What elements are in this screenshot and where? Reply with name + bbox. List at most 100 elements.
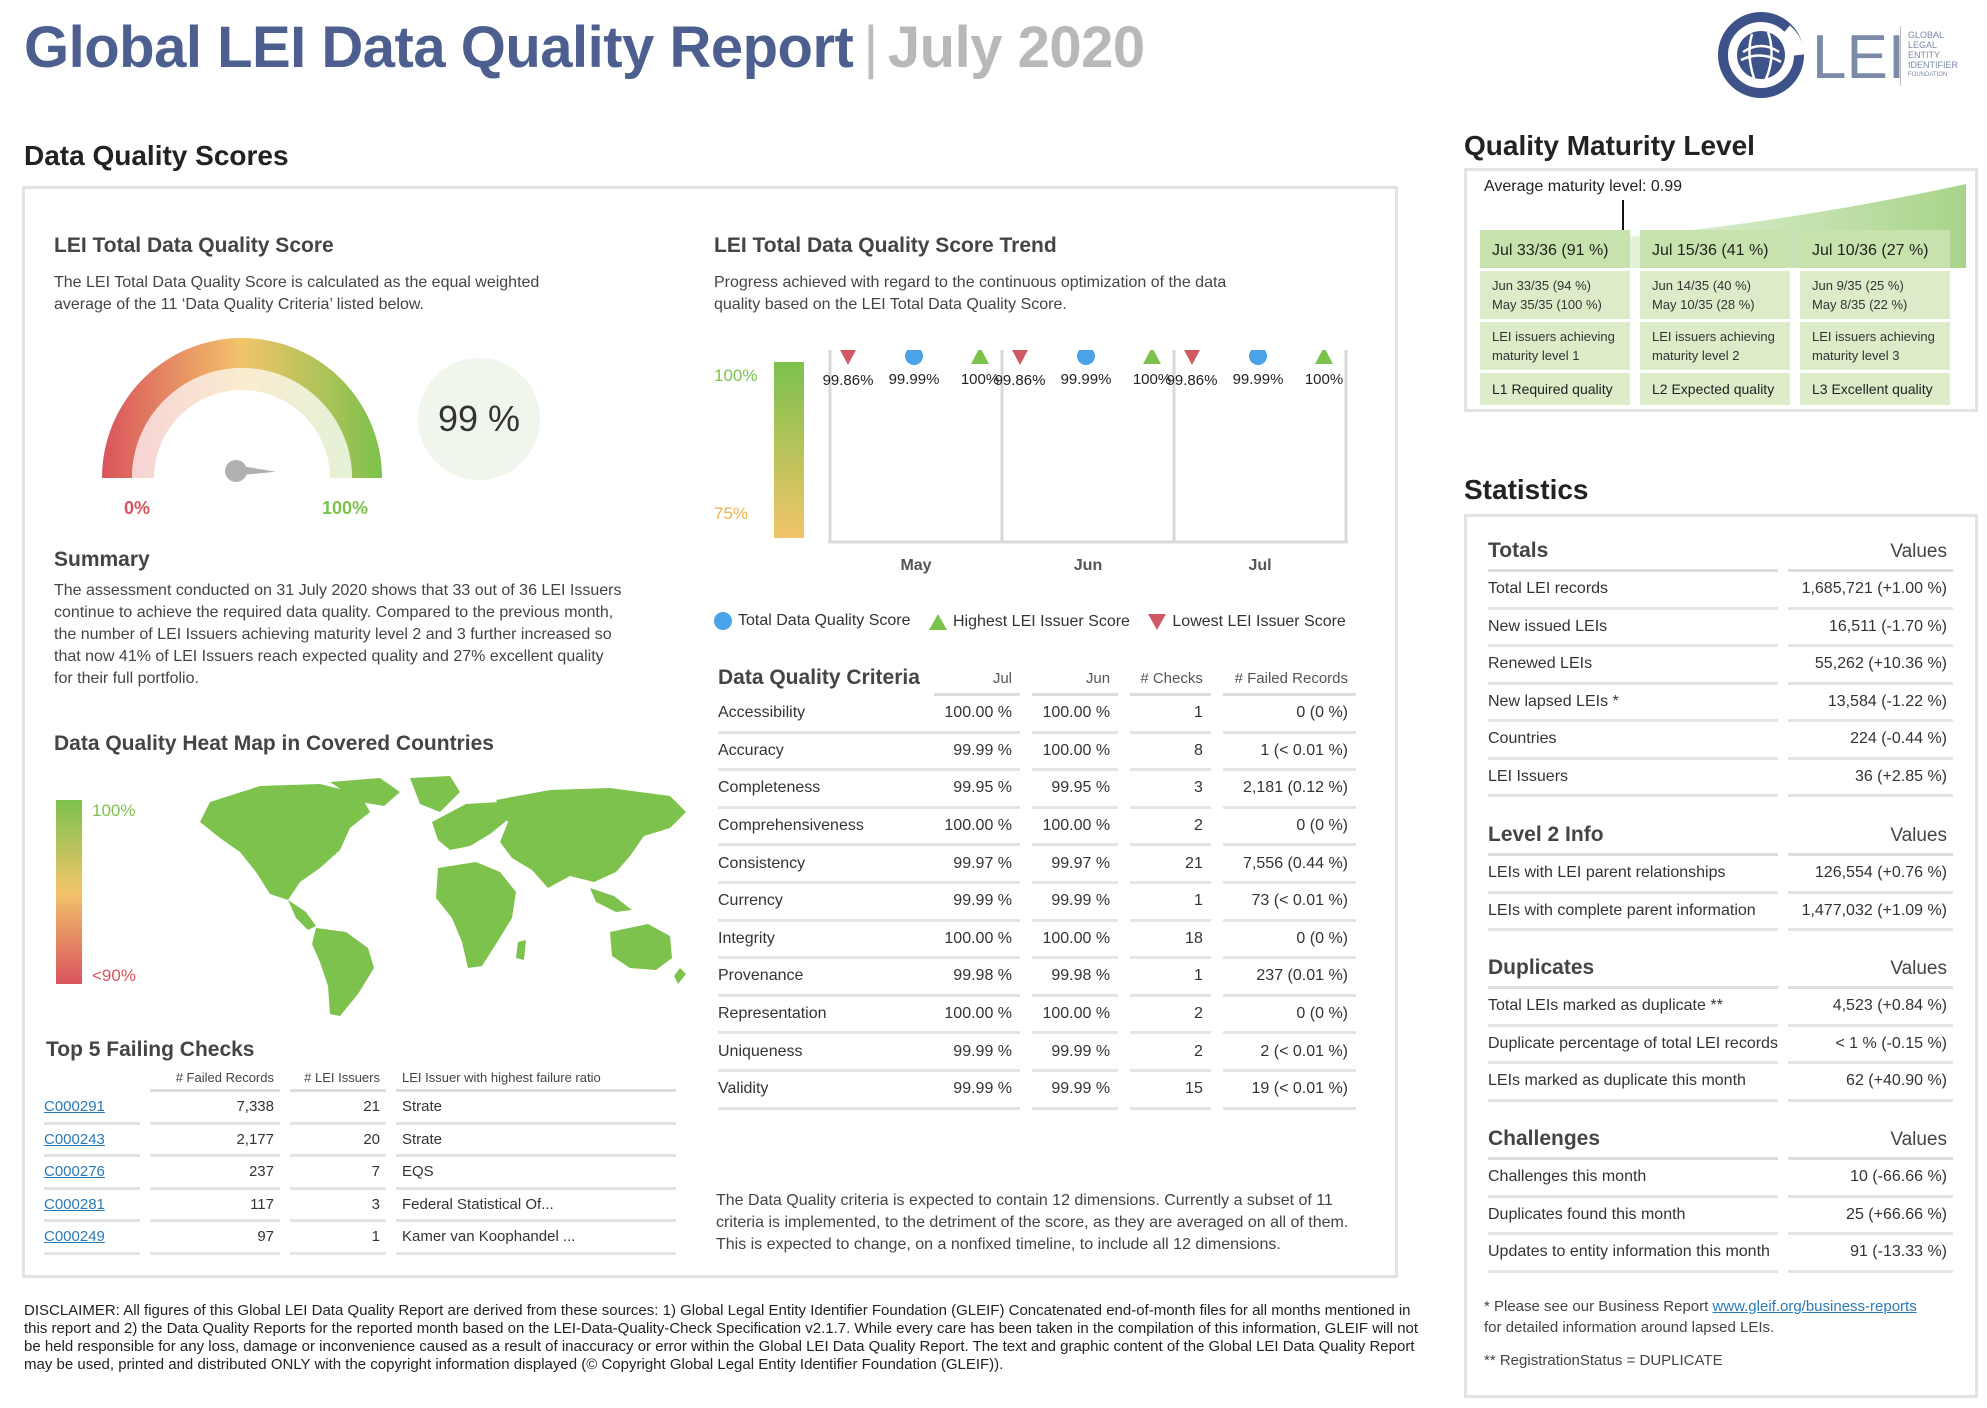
criteria-jun: 99.98 % [1032, 959, 1119, 997]
maturity-history: Jun 9/35 (25 %) May 8/35 (22 %) [1800, 271, 1950, 319]
check-link[interactable]: C000281 [44, 1190, 140, 1222]
table-row: Accuracy 99.99 % 100.00 % 8 1 (< 0.01 %) [718, 734, 1356, 772]
issuer-name: Strate [396, 1125, 676, 1157]
criteria-jul: 99.99 % [933, 884, 1021, 922]
criteria-failed: 2 (< 0.01 %) [1222, 1034, 1356, 1072]
issuer-count: 3 [290, 1190, 386, 1222]
issuer-name: Kamer van Koophandel ... [396, 1222, 676, 1255]
criteria-failed: 1 (< 0.01 %) [1222, 734, 1356, 772]
criteria-jul: 99.99 % [933, 734, 1021, 772]
criteria-name: Currency [718, 884, 934, 922]
legend-highest: Highest LEI Issuer Score [928, 613, 1130, 631]
criteria-checks: 2 [1130, 1034, 1211, 1072]
gauge-max-label: 100% [322, 498, 369, 518]
check-link[interactable]: C000243 [44, 1125, 140, 1157]
check-link[interactable]: C000249 [44, 1222, 140, 1255]
summary-text: The assessment conducted on 31 July 2020… [54, 582, 622, 687]
table-row: Validity 99.99 % 99.99 % 15 19 (< 0.01 %) [718, 1072, 1356, 1110]
criteria-name: Consistency [718, 846, 934, 884]
top5-table: # Failed Records # LEI Issuers LEI Issue… [44, 1064, 676, 1255]
failed-records: 97 [150, 1222, 280, 1255]
criteria-failed: 237 (0.01 %) [1222, 959, 1356, 997]
criteria-jun: 99.99 % [1032, 884, 1119, 922]
data-label: 100% [1133, 371, 1171, 388]
trend-scale-bar [774, 362, 804, 538]
criteria-jun: 100.00 % [1032, 922, 1119, 960]
top5-col-failed: # Failed Records [150, 1064, 280, 1092]
stats-group-title: Duplicates [1488, 956, 1778, 989]
trend-title: LEI Total Data Quality Score Trend [714, 234, 1057, 257]
disclaimer: DISCLAIMER: All figures of this Global L… [24, 1302, 1419, 1373]
criteria-name: Uniqueness [718, 1034, 934, 1072]
stats-row: Total LEI records 1,685,721 (+1.00 %) [1488, 572, 1953, 610]
stats-row: Updates to entity information this month… [1488, 1235, 1953, 1273]
data-label: 99.99% [1233, 371, 1284, 388]
criteria-jul: 100.00 % [933, 922, 1021, 960]
x-tick-label: Jul [1248, 557, 1271, 574]
issuer-count: 1 [290, 1222, 386, 1255]
data-label: 99.99% [889, 371, 940, 388]
data-label: 100% [961, 371, 999, 388]
issuer-count: 21 [290, 1092, 386, 1125]
maturity-head: Jul 33/36 (91 %) [1480, 230, 1630, 268]
criteria-jun: 99.99 % [1032, 1034, 1119, 1072]
criteria-checks: 21 [1130, 846, 1211, 884]
table-row: Integrity 100.00 % 100.00 % 18 0 (0 %) [718, 922, 1356, 960]
data-label: 99.86% [1167, 372, 1218, 389]
stats-duplicates: Duplicates Values Total LEIs marked as du… [1488, 945, 1953, 1102]
data-label: 99.99% [1061, 371, 1112, 388]
legend-total: Total Data Quality Score [714, 612, 911, 630]
globe-icon [1718, 12, 1805, 98]
triangle-down-icon [1148, 614, 1167, 630]
criteria-jul: 99.97 % [933, 846, 1021, 884]
criteria-failed: 0 (0 %) [1222, 922, 1356, 960]
trend-chart: May 99.86% 99.99% 100% Jun 99.86% 99.99% 100% Ju… [823, 350, 1348, 574]
stats-footnote-1: * Please see our Business Report www.gle… [1484, 1298, 1917, 1336]
maturity-desc: LEI issuers achieving maturity level 2 [1640, 322, 1790, 370]
heatmap-legend-bar [56, 800, 82, 984]
heatmap-legend-min: <90% [92, 966, 136, 985]
stats-row: Duplicates found this month 25 (+66.66 %) [1488, 1198, 1953, 1235]
lei-logo: LEI GLOBAL LEGAL ENTITY IDENTIFIER FOUNDATIO… [1716, 10, 1976, 100]
table-row: C000276 237 7 EQS [44, 1157, 676, 1190]
top5-col-issuer: LEI Issuer with highest failure ratio [396, 1064, 676, 1092]
criteria-jun: 100.00 % [1032, 997, 1119, 1035]
criteria-name: Representation [718, 997, 934, 1035]
check-link[interactable]: C000291 [44, 1092, 140, 1125]
failed-records: 117 [150, 1190, 280, 1222]
business-reports-link[interactable]: www.gleif.org/business-reports [1712, 1298, 1916, 1315]
criteria-jun: 99.99 % [1032, 1072, 1119, 1110]
maturity-history: Jun 33/35 (94 %) May 35/35 (100 %) [1480, 271, 1630, 319]
data-point-total [905, 350, 923, 366]
criteria-checks: 1 [1130, 696, 1211, 734]
criteria-name: Accuracy [718, 734, 934, 772]
table-row: C000281 117 3 Federal Statistical Of... [44, 1190, 676, 1222]
score-gauge [102, 338, 382, 482]
circle-icon [714, 612, 732, 630]
maturity-head: Jul 15/36 (41 %) [1640, 230, 1790, 268]
criteria-jun: 100.00 % [1032, 734, 1119, 772]
data-point-total [1249, 350, 1267, 366]
criteria-checks: 8 [1130, 734, 1211, 772]
stats-row: LEIs marked as duplicate this month 62 (+… [1488, 1064, 1953, 1102]
trend-legend: Total Data Quality Score Highest LEI Iss… [714, 612, 1360, 635]
criteria-jun: 99.97 % [1032, 846, 1119, 884]
triangle-up-icon [928, 614, 947, 630]
criteria-jul: 100.00 % [933, 809, 1021, 847]
check-link[interactable]: C000276 [44, 1157, 140, 1190]
data-label: 100% [1305, 371, 1343, 388]
stats-challenges: Challenges Values Challenges this month 10… [1488, 1116, 1953, 1273]
col-jun: Jun [1032, 664, 1119, 696]
stats-row: LEI Issuers 36 (+2.85 %) [1488, 760, 1953, 797]
maturity-level-2: Jul 15/36 (41 %) Jun 14/35 (40 %) May 10/… [1640, 230, 1790, 405]
legend-lowest: Lowest LEI Issuer Score [1148, 613, 1346, 631]
issuer-name: Strate [396, 1092, 676, 1125]
data-point-lowest [1012, 350, 1028, 365]
stats-group-title: Challenges [1488, 1127, 1778, 1160]
criteria-jul: 99.98 % [933, 959, 1021, 997]
criteria-note: The Data Quality criteria is expected to… [716, 1192, 1349, 1253]
trend-scale-bottom: 75% [714, 504, 749, 523]
stats-row: LEIs with LEI parent relationships 126,55… [1488, 856, 1953, 894]
maturity-foot: L1 Required quality [1480, 373, 1630, 405]
table-row: Consistency 99.97 % 99.97 % 21 7,556 (0.44 %… [718, 846, 1356, 884]
